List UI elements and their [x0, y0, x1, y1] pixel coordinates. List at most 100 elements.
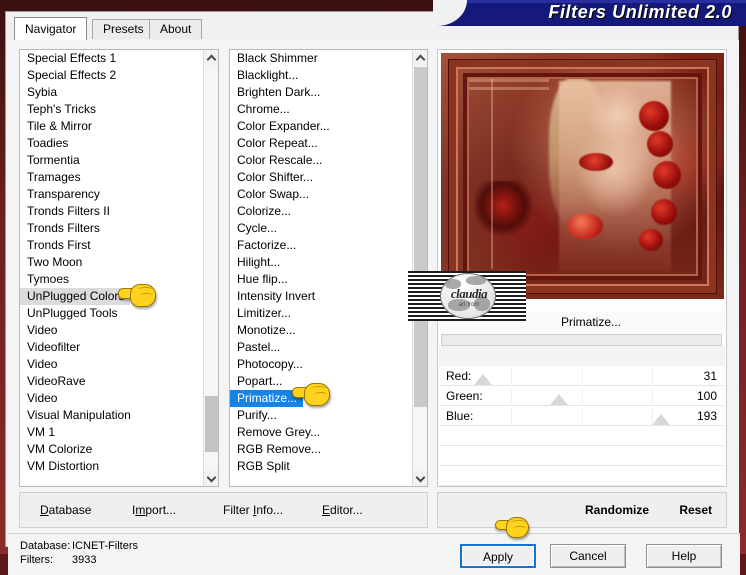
category-item[interactable]: Tymoes: [20, 271, 203, 288]
apply-button[interactable]: Apply: [460, 544, 536, 568]
scroll-down-icon[interactable]: [204, 470, 218, 486]
filter-item[interactable]: Black Shimmer: [230, 50, 412, 67]
category-item[interactable]: Video: [20, 356, 203, 373]
filter-row[interactable]: Hilight...: [230, 254, 412, 271]
filter-item[interactable]: Popart...: [230, 373, 412, 390]
filter-row[interactable]: Color Rescale...: [230, 152, 412, 169]
filter-item[interactable]: Color Rescale...: [230, 152, 412, 169]
category-row[interactable]: Tile & Mirror: [20, 118, 203, 135]
filter-row[interactable]: Photocopy...: [230, 356, 412, 373]
filter-row[interactable]: Purify...: [230, 407, 412, 424]
filter-item[interactable]: Hilight...: [230, 254, 412, 271]
category-item[interactable]: Two Moon: [20, 254, 203, 271]
category-item[interactable]: VM Distortion: [20, 458, 203, 475]
category-item[interactable]: Videofilter: [20, 339, 203, 356]
filter-row[interactable]: Remove Grey...: [230, 424, 412, 441]
slider-row-red[interactable]: Red: 31: [440, 366, 723, 386]
filter-item[interactable]: Remove Grey...: [230, 424, 412, 441]
category-row[interactable]: Sybia: [20, 84, 203, 101]
category-row[interactable]: Toadies: [20, 135, 203, 152]
category-item[interactable]: Transparency: [20, 186, 203, 203]
category-row[interactable]: Video: [20, 322, 203, 339]
slider-handle[interactable]: [652, 414, 670, 425]
filter-item[interactable]: Blacklight...: [230, 67, 412, 84]
filter-item[interactable]: Colorize...: [230, 203, 412, 220]
category-item[interactable]: Tormentia: [20, 152, 203, 169]
filter-item[interactable]: Brighten Dark...: [230, 84, 412, 101]
category-item[interactable]: Tronds Filters: [20, 220, 203, 237]
filter-row[interactable]: Color Shifter...: [230, 169, 412, 186]
tab-presets[interactable]: Presets: [92, 19, 155, 39]
slider-row-green[interactable]: Green: 100: [440, 386, 723, 406]
category-item[interactable]: Visual Manipulation: [20, 407, 203, 424]
filter-item[interactable]: Intensity Invert: [230, 288, 412, 305]
category-item[interactable]: Tile & Mirror: [20, 118, 203, 135]
category-row[interactable]: UnPlugged Tools: [20, 305, 203, 322]
scroll-down-icon[interactable]: [413, 470, 427, 486]
category-row[interactable]: Videofilter: [20, 339, 203, 356]
category-row[interactable]: VideoRave: [20, 373, 203, 390]
category-row[interactable]: Teph's Tricks: [20, 101, 203, 118]
category-item[interactable]: Video: [20, 322, 203, 339]
filter-listbox[interactable]: Black Shimmer Blacklight... Brighten Dark.…: [229, 49, 428, 487]
filter-item[interactable]: Chrome...: [230, 101, 412, 118]
category-item[interactable]: VideoRave: [20, 373, 203, 390]
filter-row[interactable]: Primatize...: [230, 390, 412, 407]
slider-row-blue[interactable]: Blue: 193: [440, 406, 723, 426]
category-row[interactable]: VM Colorize: [20, 441, 203, 458]
category-item[interactable]: Tronds Filters II: [20, 203, 203, 220]
filter-item[interactable]: Color Swap...: [230, 186, 412, 203]
category-listbox[interactable]: Special Effects 1 Special Effects 2 Sybia T…: [19, 49, 219, 487]
category-row[interactable]: Tronds Filters: [20, 220, 203, 237]
category-scrollbar[interactable]: [203, 50, 218, 486]
category-row[interactable]: Tymoes: [20, 271, 203, 288]
filter-item[interactable]: Color Repeat...: [230, 135, 412, 152]
filter-row[interactable]: Popart...: [230, 373, 412, 390]
category-item[interactable]: Teph's Tricks: [20, 101, 203, 118]
filter-item[interactable]: Hue flip...: [230, 271, 412, 288]
cancel-button[interactable]: Cancel: [550, 544, 626, 568]
filter-row[interactable]: Colorize...: [230, 203, 412, 220]
filter-row[interactable]: Color Expander...: [230, 118, 412, 135]
category-row[interactable]: Special Effects 1: [20, 50, 203, 67]
filter-item[interactable]: Color Expander...: [230, 118, 412, 135]
filter-row[interactable]: Color Swap...: [230, 186, 412, 203]
category-item[interactable]: VM 1: [20, 424, 203, 441]
filter-row[interactable]: Hue flip...: [230, 271, 412, 288]
category-row[interactable]: Video: [20, 390, 203, 407]
category-row[interactable]: Two Moon: [20, 254, 203, 271]
scroll-up-icon[interactable]: [413, 50, 427, 66]
help-button[interactable]: Help: [646, 544, 722, 568]
filter-item[interactable]: Primatize...: [230, 390, 304, 407]
category-item[interactable]: Video: [20, 390, 203, 407]
filter-item[interactable]: Photocopy...: [230, 356, 412, 373]
category-item[interactable]: Tramages: [20, 169, 203, 186]
filter-item[interactable]: Factorize...: [230, 237, 412, 254]
filter-preview-image[interactable]: [441, 53, 724, 299]
reset-button[interactable]: Reset: [679, 503, 712, 517]
database-button[interactable]: Database: [40, 503, 91, 517]
import-button[interactable]: Import...: [132, 503, 176, 517]
filter-row[interactable]: Factorize...: [230, 237, 412, 254]
slider-handle[interactable]: [474, 374, 492, 385]
scrollbar-thumb[interactable]: [205, 396, 218, 452]
category-item[interactable]: VM Colorize: [20, 441, 203, 458]
category-row[interactable]: Special Effects 2: [20, 67, 203, 84]
filter-row[interactable]: Brighten Dark...: [230, 84, 412, 101]
category-row[interactable]: VM 1: [20, 424, 203, 441]
slider-handle[interactable]: [550, 394, 568, 405]
filter-row[interactable]: Color Repeat...: [230, 135, 412, 152]
filter-info-button[interactable]: Filter Info...: [223, 503, 283, 517]
scroll-up-icon[interactable]: [204, 50, 218, 66]
tab-navigator[interactable]: Navigator: [14, 17, 88, 40]
category-item[interactable]: UnPlugged Colors: [20, 288, 131, 305]
category-item[interactable]: UnPlugged Tools: [20, 305, 203, 322]
category-item[interactable]: Special Effects 1: [20, 50, 203, 67]
category-row[interactable]: Visual Manipulation: [20, 407, 203, 424]
filter-item[interactable]: Color Shifter...: [230, 169, 412, 186]
category-row[interactable]: Video: [20, 356, 203, 373]
filter-item[interactable]: Pastel...: [230, 339, 412, 356]
filter-row[interactable]: Chrome...: [230, 101, 412, 118]
filter-item[interactable]: Purify...: [230, 407, 412, 424]
filter-row[interactable]: Black Shimmer: [230, 50, 412, 67]
